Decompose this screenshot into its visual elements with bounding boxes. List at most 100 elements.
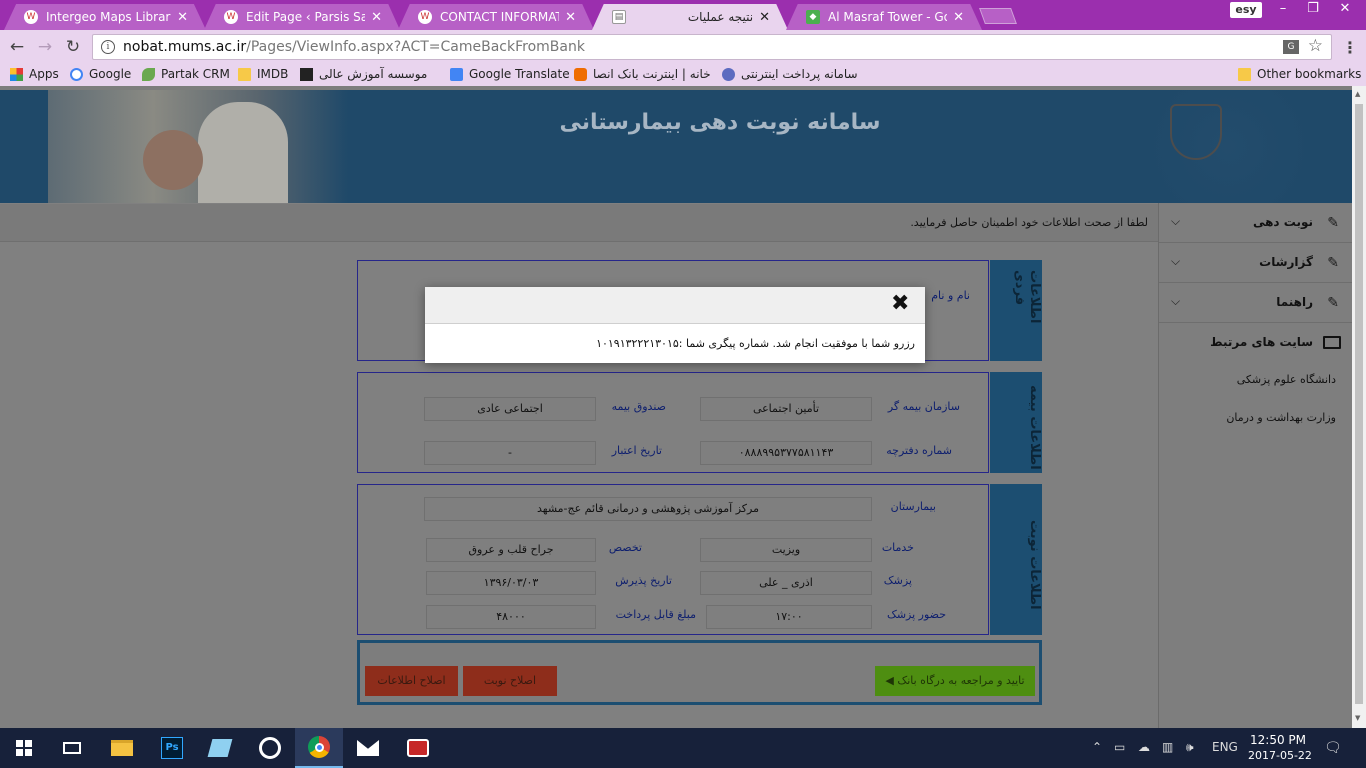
close-tab-icon[interactable]: ✕ <box>371 10 382 25</box>
photoshop-icon: Ps <box>161 737 183 759</box>
clock-date[interactable]: 2017-05-22 <box>1248 749 1312 762</box>
tab-title: Al Masraf Tower - Google <box>828 10 947 24</box>
network-icon[interactable]: ▥ <box>1162 740 1173 754</box>
taskbar-mail[interactable] <box>344 728 392 768</box>
tab-contact-information[interactable]: W CONTACT INFORMATION ✕ <box>398 4 594 30</box>
chevron-left-icon: ◀ <box>885 674 894 687</box>
minimize-icon[interactable]: – <box>1268 0 1298 18</box>
bookmark-imdb[interactable]: IMDB <box>238 67 288 81</box>
insurance-info-tab: اطلاعات بیمه <box>990 372 1042 473</box>
tab-operation-result[interactable]: ▤ نتیجه عملیات ✕ <box>592 4 788 30</box>
leaf-icon <box>142 67 155 81</box>
tray-device-icon[interactable]: ▭ <box>1114 740 1125 754</box>
bank-icon <box>574 67 587 81</box>
personal-info-tab: اطلاعات فردی <box>990 260 1042 361</box>
specialty-field: جراح قلب و عروق <box>426 538 596 562</box>
dialog-header: ✖ <box>425 287 925 324</box>
sidebar-item-reports[interactable]: ✎ گزارشات ⌵ <box>1159 243 1352 283</box>
appointment-info-panel: بیمارستان مرکز آموزشی پژوهشی و درمانی قا… <box>357 484 989 635</box>
page-scrollbar[interactable]: ▲ ▼ <box>1352 86 1366 728</box>
bookmark-partak-crm[interactable]: Partak CRM <box>142 67 230 81</box>
tray-overflow-icon[interactable]: ⌃ <box>1092 740 1102 754</box>
sidebar-item-help[interactable]: ✎ راهنما ⌵ <box>1159 283 1352 323</box>
start-button[interactable] <box>0 728 48 768</box>
wordpress-favicon-icon: W <box>224 10 238 24</box>
close-tab-icon[interactable]: ✕ <box>177 10 188 25</box>
amount-field: ۴۸۰۰۰ <box>426 605 596 629</box>
bookmark-payment-system[interactable]: سامانه پرداخت اینترنتی <box>722 67 858 81</box>
tab-edit-page[interactable]: W Edit Page ‹ Parsis Saffron ✕ <box>204 4 400 30</box>
mail-icon <box>357 740 379 756</box>
taskbar-recorder[interactable] <box>394 728 442 768</box>
sidebar-item-appointments[interactable]: ✎ نوبت دهی ⌵ <box>1159 203 1352 243</box>
browser-menu-icon[interactable]: ⋮ <box>1342 38 1358 57</box>
task-view-button[interactable] <box>48 728 96 768</box>
tab-title: CONTACT INFORMATION <box>440 10 559 24</box>
tab-strip: W Intergeo Maps Library ‹ P ✕ W Edit Pag… <box>0 0 1366 30</box>
scroll-down-icon[interactable]: ▼ <box>1355 714 1360 722</box>
bookmark-label: Partak CRM <box>161 67 230 81</box>
url-domain: nobat.mums.ac.ir <box>123 39 247 55</box>
notice-text: لطفا از صحت اطلاعات خود اطمینان حاصل فرم… <box>0 204 1158 242</box>
back-icon[interactable]: ← <box>6 36 28 58</box>
folder-icon <box>1238 67 1251 81</box>
folder-icon <box>238 67 251 81</box>
close-tab-icon[interactable]: ✕ <box>565 10 576 25</box>
doctor-label: پزشک <box>883 574 912 587</box>
taskbar-media[interactable] <box>246 728 294 768</box>
info-icon[interactable]: i <box>101 40 115 54</box>
volume-icon[interactable]: 🕪 <box>1186 740 1194 755</box>
clock-time[interactable]: 12:50 PM <box>1250 733 1306 747</box>
close-tab-icon[interactable]: ✕ <box>953 10 964 25</box>
scroll-thumb[interactable] <box>1355 104 1363 704</box>
sidebar-item-label: راهنما <box>1276 295 1313 309</box>
fix-appointment-button[interactable]: اصلاح نوبت <box>463 666 557 696</box>
admission-date-field: ۱۳۹۶/۰۳/۰۳ <box>426 571 596 595</box>
close-window-icon[interactable]: ✕ <box>1330 0 1360 18</box>
notes-icon <box>207 739 233 757</box>
reload-icon[interactable]: ↻ <box>62 36 84 58</box>
taskbar-file-explorer[interactable] <box>98 728 146 768</box>
attendance-field: ۱۷:۰۰ <box>706 605 872 629</box>
monitor-icon <box>1323 336 1341 349</box>
language-indicator[interactable]: ENG <box>1212 740 1238 754</box>
close-icon[interactable]: ✖ <box>891 291 909 316</box>
document-favicon-icon: ▤ <box>612 10 626 24</box>
tab-al-masraf-tower[interactable]: ◆ Al Masraf Tower - Google ✕ <box>786 4 982 30</box>
scroll-up-icon[interactable]: ▲ <box>1355 90 1360 98</box>
close-tab-icon[interactable]: ✕ <box>759 10 770 25</box>
bookmark-ansar-bank[interactable]: خانه | اینترنت بانک انصا <box>574 67 711 81</box>
translate-icon[interactable]: G <box>1283 40 1299 54</box>
restore-icon[interactable]: ❐ <box>1298 0 1328 18</box>
bookmark-star-icon[interactable]: ☆ <box>1308 36 1323 56</box>
tab-title: Edit Page ‹ Parsis Saffron <box>246 10 366 24</box>
fix-info-button[interactable]: اصلاح اطلاعات <box>365 666 458 696</box>
forward-icon[interactable]: → <box>34 36 56 58</box>
taskbar-photoshop[interactable]: Ps <box>148 728 196 768</box>
bookmark-other[interactable]: Other bookmarks <box>1238 67 1361 81</box>
admission-date-label: تاریخ پذیرش <box>615 574 672 587</box>
web-page: سامانه نوبت دهی بیمارستانی لطفا از صحت ا… <box>0 90 1352 728</box>
tab-intergeo[interactable]: W Intergeo Maps Library ‹ P ✕ <box>4 4 206 30</box>
notifications-icon[interactable]: 🗨 <box>1324 740 1342 756</box>
new-tab-button[interactable] <box>979 8 1017 24</box>
related-site-medical-university[interactable]: دانشگاه علوم پزشکی <box>1237 373 1336 386</box>
amount-label: مبلغ قابل پرداخت <box>615 608 696 621</box>
bookmark-apps[interactable]: Apps <box>10 67 59 81</box>
task-view-icon <box>63 742 81 754</box>
related-site-health-ministry[interactable]: وزارت بهداشت و درمان <box>1226 411 1336 424</box>
taskbar-notes[interactable] <box>196 728 244 768</box>
onedrive-icon[interactable]: ☁ <box>1138 740 1150 754</box>
hospital-field: مرکز آموزشی پژوهشی و درمانی قائم عج-مشهد <box>424 497 872 521</box>
bookmark-google[interactable]: Google <box>70 67 131 81</box>
bookmark-google-translate[interactable]: Google Translate <box>450 67 570 81</box>
chevron-down-icon: ⌵ <box>1171 294 1181 308</box>
taskbar-chrome[interactable] <box>295 728 343 768</box>
bookmark-label: Google Translate <box>469 67 570 81</box>
profile-badge[interactable]: esy <box>1230 2 1262 18</box>
bookmark-higher-education[interactable]: موسسه آموزش عالی <box>300 67 427 81</box>
address-bar[interactable]: i nobat.mums.ac.ir/Pages/ViewInfo.aspx?A… <box>92 34 1332 60</box>
media-player-icon <box>259 737 281 759</box>
confirm-bank-button[interactable]: تایید و مراجعه به درگاه بانک ◀ <box>875 666 1035 696</box>
fund-field: اجتماعی عادی <box>424 397 596 421</box>
